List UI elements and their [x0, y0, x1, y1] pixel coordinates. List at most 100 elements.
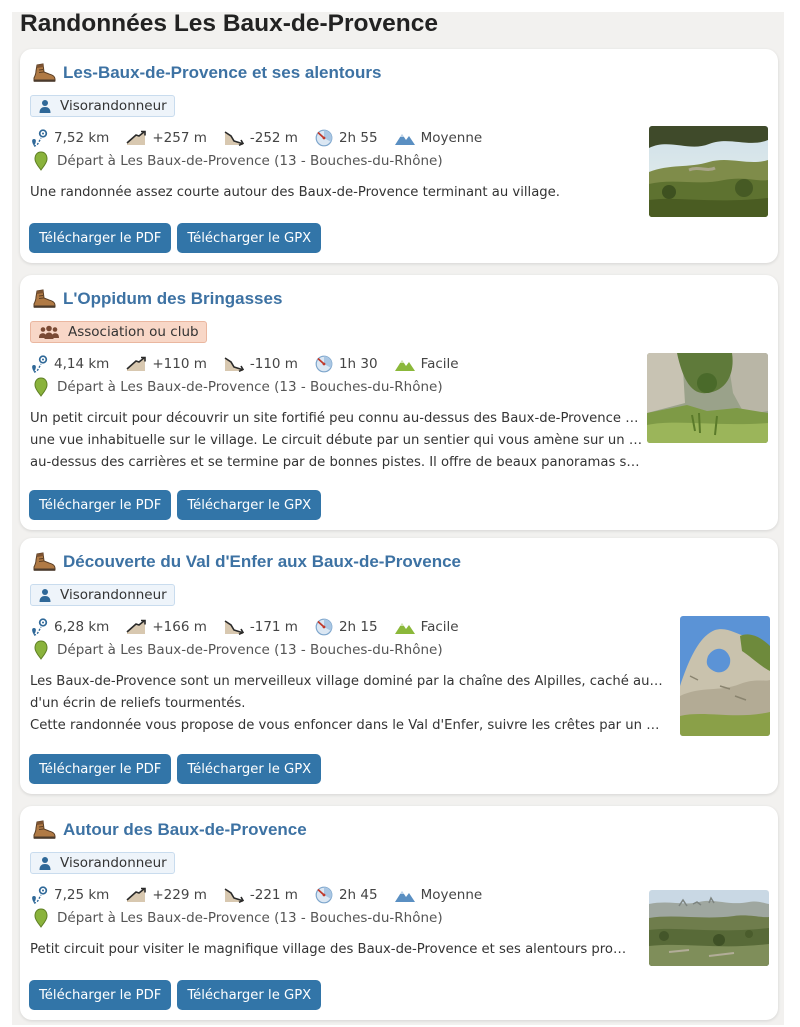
hike-card: Autour des Baux-de-Provence Visorandonne… [20, 806, 778, 1020]
ascent-stat: +110 m [126, 356, 207, 372]
difficulty-stat: Moyenne [395, 887, 483, 903]
descent-stat: -110 m [224, 356, 298, 372]
hike-photo[interactable] [647, 353, 768, 443]
duration-value: 2h 55 [338, 130, 378, 146]
ascent-value: +257 m [152, 130, 207, 146]
page-title: Randonnées Les Baux-de-Provence [20, 10, 438, 37]
descent-icon [224, 356, 244, 372]
duration-icon [315, 355, 333, 373]
distance-value: 7,52 km [54, 130, 110, 146]
descent-stat: -171 m [224, 619, 298, 635]
mountain-icon [395, 131, 415, 145]
difficulty-value: Moyenne [420, 887, 483, 903]
hike-card: Les-Baux-de-Provence et ses alentours Vi… [20, 49, 778, 263]
ascent-stat: +166 m [126, 619, 207, 635]
ascent-icon [126, 619, 146, 635]
ascent-value: +229 m [152, 887, 207, 903]
hike-card: L'Oppidum des Bringasses Association ou … [20, 275, 778, 530]
location-pin-icon [34, 151, 48, 171]
hiking-boot-icon [32, 820, 56, 840]
hike-title-link[interactable]: Découverte du Val d'Enfer aux Baux-de-Pr… [32, 552, 461, 572]
download-gpx-button[interactable]: Télécharger le GPX [177, 980, 322, 1010]
badge-label: Visorandonneur [60, 587, 167, 603]
download-gpx-button[interactable]: Télécharger le GPX [177, 490, 322, 520]
description-line: Les Baux-de-Provence sont un merveilleux… [30, 674, 664, 689]
difficulty-value: Moyenne [420, 130, 483, 146]
descent-value: -221 m [249, 887, 298, 903]
user-icon [38, 99, 52, 113]
group-icon [38, 325, 60, 339]
hike-stats: 4,14 km +110 m -110 m 1h 30 Facile [30, 355, 476, 373]
ascent-icon [126, 356, 146, 372]
hike-stats: 7,25 km +229 m -221 m 2h 45 Moyenne [30, 886, 499, 904]
distance-value: 4,14 km [54, 356, 110, 372]
badge-label: Visorandonneur [60, 98, 167, 114]
hike-stats: 6,28 km +166 m -171 m 2h 15 Facile [30, 618, 476, 636]
ascent-icon [126, 130, 146, 146]
download-gpx-button[interactable]: Télécharger le GPX [177, 754, 322, 784]
description-line: Une randonnée assez courte autour des Ba… [30, 185, 560, 200]
departure-text: Départ à Les Baux-de-Provence (13 - Bouc… [57, 153, 443, 169]
hike-stats: 7,52 km +257 m -252 m 2h 55 Moyenne [30, 129, 499, 147]
author-badge: Visorandonneur [30, 95, 175, 117]
author-badge: Visorandonneur [30, 584, 175, 606]
download-buttons: Télécharger le PDF Télécharger le GPX [29, 980, 322, 1010]
description-line: d'un écrin de reliefs tourmentés. [30, 696, 246, 711]
distance-icon [30, 618, 48, 636]
duration-icon [315, 129, 333, 147]
hike-description: Un petit circuit pour découvrir un site … [30, 408, 644, 474]
hike-title-link[interactable]: Les-Baux-de-Provence et ses alentours [32, 63, 381, 83]
description-line: Un petit circuit pour découvrir un site … [30, 411, 644, 426]
descent-value: -110 m [249, 356, 298, 372]
duration-value: 2h 15 [338, 619, 378, 635]
difficulty-stat: Facile [395, 356, 459, 372]
duration-icon [315, 886, 333, 904]
hike-description: Petit circuit pour visiter le magnifique… [30, 939, 630, 961]
hike-description: Les Baux-de-Provence sont un merveilleux… [30, 671, 664, 737]
user-icon [38, 588, 52, 602]
duration-value: 1h 30 [338, 356, 378, 372]
download-pdf-button[interactable]: Télécharger le PDF [29, 980, 172, 1010]
author-badge: Association ou club [30, 321, 207, 343]
description-line: au-dessus des carrières et se termine pa… [30, 455, 644, 470]
distance-stat: 7,25 km [30, 886, 109, 904]
download-pdf-button[interactable]: Télécharger le PDF [29, 754, 172, 784]
descent-stat: -252 m [224, 130, 298, 146]
distance-value: 7,25 km [54, 887, 110, 903]
hike-photo[interactable] [649, 126, 768, 217]
hike-title: Autour des Baux-de-Provence [63, 820, 307, 839]
descent-value: -252 m [249, 130, 298, 146]
download-gpx-button[interactable]: Télécharger le GPX [177, 223, 322, 253]
hike-description: Une randonnée assez courte autour des Ba… [30, 182, 620, 204]
descent-icon [224, 887, 244, 903]
difficulty-value: Facile [420, 356, 459, 372]
hike-photo[interactable] [680, 616, 770, 736]
user-icon [38, 856, 52, 870]
ascent-stat: +257 m [126, 130, 207, 146]
hike-photo[interactable] [649, 890, 769, 966]
download-pdf-button[interactable]: Télécharger le PDF [29, 490, 172, 520]
difficulty-stat: Facile [395, 619, 459, 635]
departure-info: Départ à Les Baux-de-Provence (13 - Bouc… [34, 640, 443, 660]
duration-stat: 2h 55 [315, 129, 378, 147]
hike-card: Découverte du Val d'Enfer aux Baux-de-Pr… [20, 538, 778, 794]
hike-title-link[interactable]: Autour des Baux-de-Provence [32, 820, 307, 840]
hike-title-link[interactable]: L'Oppidum des Bringasses [32, 289, 282, 309]
mountain-icon [395, 888, 415, 902]
author-badge: Visorandonneur [30, 852, 175, 874]
departure-text: Départ à Les Baux-de-Provence (13 - Bouc… [57, 379, 443, 395]
download-pdf-button[interactable]: Télécharger le PDF [29, 223, 172, 253]
ascent-stat: +229 m [126, 887, 207, 903]
distance-stat: 6,28 km [30, 618, 109, 636]
hiking-boot-icon [32, 552, 56, 572]
difficulty-value: Facile [420, 619, 459, 635]
location-pin-icon [34, 908, 48, 928]
distance-icon [30, 129, 48, 147]
distance-icon [30, 886, 48, 904]
difficulty-stat: Moyenne [395, 130, 483, 146]
departure-text: Départ à Les Baux-de-Provence (13 - Bouc… [57, 642, 443, 658]
duration-stat: 2h 45 [315, 886, 378, 904]
duration-stat: 1h 30 [315, 355, 378, 373]
hiking-boot-icon [32, 63, 56, 83]
ascent-value: +166 m [152, 619, 207, 635]
